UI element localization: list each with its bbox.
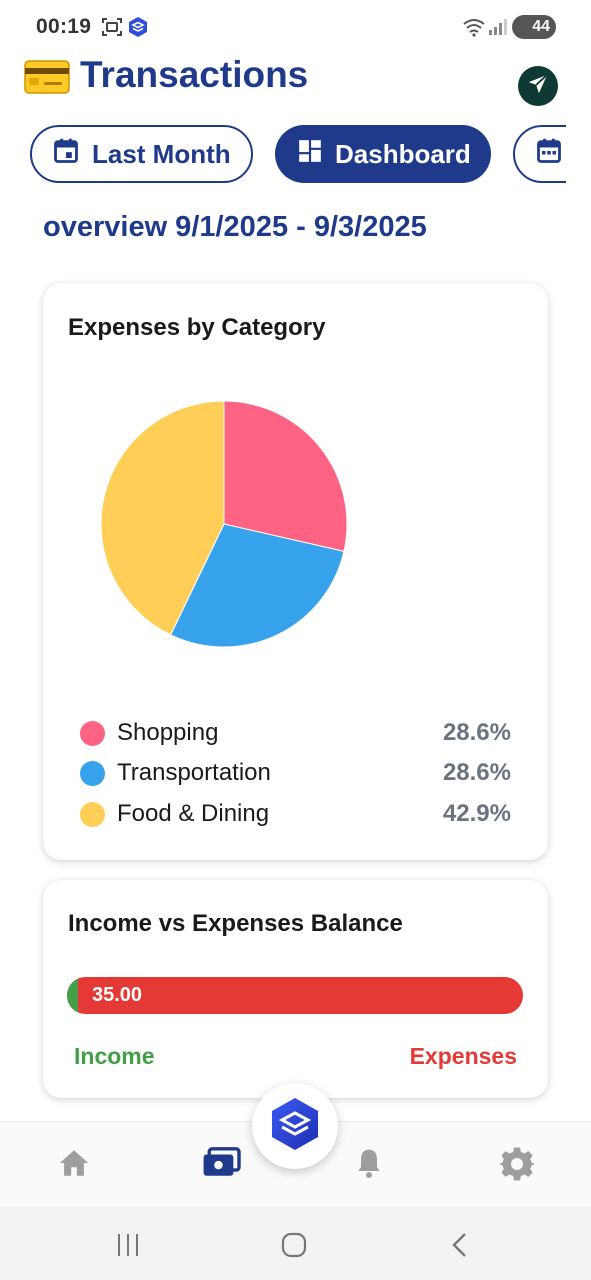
status-time: 00:19 xyxy=(36,15,92,38)
battery-level: 44 xyxy=(532,18,550,35)
app-header: Transactions xyxy=(0,54,591,114)
status-bar: 00:19 44 xyxy=(0,0,591,54)
balance-card: Income vs Expenses Balance 35.00 Income … xyxy=(43,880,548,1098)
dashboard-icon xyxy=(297,138,335,171)
app-notification-icon xyxy=(128,16,148,43)
signal-icon xyxy=(488,18,508,41)
expenses-pie-chart xyxy=(100,400,348,648)
credit-card-icon xyxy=(24,60,70,94)
calendar-icon xyxy=(52,137,92,172)
legend-percent: 28.6% xyxy=(442,759,511,786)
recent-apps-icon[interactable] xyxy=(115,1233,141,1262)
home-button-icon[interactable] xyxy=(281,1232,307,1263)
filter-chips: Last Month Dashboard xyxy=(0,125,566,185)
wifi-icon xyxy=(462,17,486,42)
legend-percent: 42.9% xyxy=(442,800,511,827)
gear-icon[interactable] xyxy=(499,1146,535,1187)
expenses-card-title: Expenses by Category xyxy=(68,314,326,341)
income-bar-segment xyxy=(67,977,79,1014)
balance-bar: 35.00 xyxy=(67,977,523,1014)
legend-percent: 28.6% xyxy=(442,719,511,746)
send-button[interactable] xyxy=(518,66,558,106)
chip-last-month[interactable]: Last Month xyxy=(30,125,253,183)
center-fab-button[interactable] xyxy=(252,1083,338,1169)
legend-swatch-food-dining xyxy=(80,802,105,827)
chip-date-range[interactable] xyxy=(513,125,566,183)
legend-item-transportation: Transportation 28.6% xyxy=(80,759,511,789)
page-title: Transactions xyxy=(80,54,309,95)
balance-card-title: Income vs Expenses Balance xyxy=(68,910,403,937)
layers-icon xyxy=(269,1096,321,1157)
legend-label: Transportation xyxy=(117,759,271,786)
chip-dashboard[interactable]: Dashboard xyxy=(275,125,491,183)
legend-swatch-transportation xyxy=(80,761,105,786)
legend-item-food-dining: Food & Dining 42.9% xyxy=(80,800,511,830)
system-nav-bar xyxy=(0,1207,591,1280)
overview-range: overview 9/1/2025 - 9/3/2025 xyxy=(43,211,427,243)
bell-icon[interactable] xyxy=(353,1146,385,1185)
expenses-card: Expenses by Category Shopping 28.6% Tran… xyxy=(43,283,548,860)
legend-label: Food & Dining xyxy=(117,800,270,827)
legend-swatch-shopping xyxy=(80,721,105,746)
expenses-label: Expenses xyxy=(409,1043,517,1069)
chip-label: Last Month xyxy=(92,138,231,169)
legend-label: Shopping xyxy=(117,719,219,746)
chip-label: Dashboard xyxy=(335,138,471,169)
wallet-icon[interactable] xyxy=(202,1146,242,1185)
send-icon xyxy=(527,73,549,100)
battery-icon: 44 xyxy=(512,15,556,39)
back-icon[interactable] xyxy=(450,1232,470,1263)
screenshot-icon xyxy=(101,16,123,43)
home-icon[interactable] xyxy=(57,1146,91,1185)
calendar-range-icon xyxy=(535,137,566,172)
balance-value: 35.00 xyxy=(92,984,143,1006)
income-label: Income xyxy=(74,1043,155,1069)
legend-item-shopping: Shopping 28.6% xyxy=(80,719,511,749)
